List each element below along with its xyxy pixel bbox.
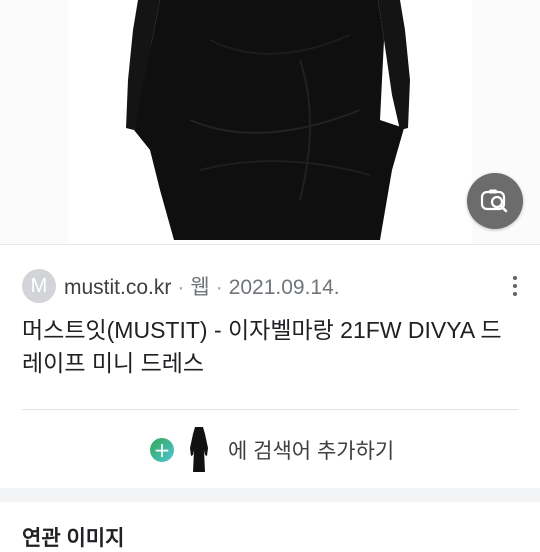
result-image[interactable] [0,0,540,244]
source-meta: mustit.co.kr · 웹 · 2021.09.14. [64,271,340,301]
more-vert-icon [513,276,517,280]
publish-date: 2021.09.14. [228,276,340,299]
related-images-heading: 연관 이미지 [22,527,125,550]
divider [0,244,540,245]
result-title[interactable]: 머스트잇(MUSTIT) - 이자벨마랑 21FW DIVYA 드레이프 미니 … [22,314,522,380]
divider [22,409,518,410]
image-search-icon [480,189,508,213]
dress-thumbnail [190,427,208,472]
image-search-button[interactable] [467,173,523,229]
plus-circle-icon: + [150,438,174,462]
add-to-search-button[interactable]: + 에 검색어 추가하기 [150,425,394,475]
source-row[interactable]: M mustit.co.kr · 웹 · 2021.09.14. [22,268,340,304]
section-separator [0,488,540,502]
source-type: 웹 [190,276,210,299]
more-vert-icon-dot [513,292,517,296]
source-domain[interactable]: mustit.co.kr [64,276,171,299]
add-to-search-label: 에 검색어 추가하기 [228,440,395,463]
more-vert-icon-dot [513,284,517,288]
more-options-button[interactable] [505,272,525,300]
separator-dot: · [177,276,185,299]
site-avatar: M [22,269,56,303]
separator-dot: · [215,276,223,299]
dress-image [126,0,410,240]
